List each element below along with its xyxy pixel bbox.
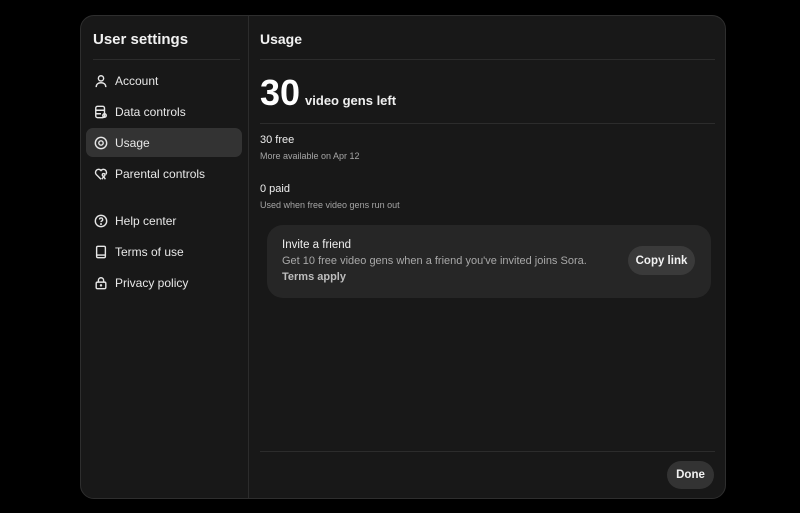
sidebar-item-label: Help center: [115, 213, 177, 228]
usage-panel: Usage 30 video gens left 30 free More avai…: [250, 16, 725, 498]
sidebar-item-label: Privacy policy: [115, 275, 189, 290]
invite-title: Invite a friend: [282, 239, 352, 251]
free-sub: More available on Apr 12: [260, 151, 360, 161]
page-title: Usage: [260, 31, 303, 47]
help-icon: [94, 214, 108, 227]
sidebar-item-label: Parental controls: [115, 166, 206, 181]
divider: [260, 59, 715, 60]
sidebar-item-privacy-policy[interactable]: Privacy policy: [86, 268, 242, 297]
sidebar-item-account[interactable]: Account: [86, 66, 242, 95]
sidebar-item-parental-controls[interactable]: Parental controls: [86, 159, 242, 188]
parental-icon: [94, 168, 108, 180]
sidebar-item-label: Account: [115, 73, 159, 88]
gens-left-label: video gens left: [305, 93, 397, 108]
divider: [260, 451, 715, 452]
sidebar-item-label: Terms of use: [115, 244, 184, 259]
sidebar-item-terms-of-use[interactable]: Terms of use: [86, 237, 242, 266]
done-button[interactable]: Done: [667, 461, 714, 489]
divider: [93, 59, 240, 60]
gens-left-count: 30: [260, 72, 301, 113]
sidebar-item-label: Data controls: [115, 104, 186, 119]
paid-sub: Used when free video gens run out: [260, 200, 400, 210]
user-icon: [95, 74, 107, 87]
gens-left: 30 video gens left: [260, 72, 725, 114]
free-gens: 30 free More available on Apr 12: [260, 134, 725, 161]
invite-card: Invite a friend Get 10 free video gens w…: [267, 225, 711, 298]
paid-label: 0 paid: [260, 183, 290, 195]
divider: [260, 123, 715, 124]
book-icon: [95, 245, 107, 258]
usage-icon: [94, 136, 108, 149]
sidebar: User settings Account Data controls Usag…: [81, 16, 249, 498]
invite-description: Get 10 free video gens when a friend you…: [282, 255, 587, 267]
copy-link-button[interactable]: Copy link: [628, 246, 695, 275]
sidebar-item-label: Usage: [115, 135, 150, 150]
free-label: 30 free: [260, 134, 295, 146]
sidebar-item-help-center[interactable]: Help center: [86, 206, 242, 235]
database-icon: [95, 105, 107, 118]
sidebar-item-usage[interactable]: Usage: [86, 128, 242, 157]
sidebar-title: User settings: [93, 31, 189, 48]
terms-apply-link[interactable]: Terms apply: [282, 271, 346, 283]
paid-gens: 0 paid Used when free video gens run out: [260, 183, 725, 210]
sidebar-item-data-controls[interactable]: Data controls: [86, 97, 242, 126]
settings-modal: User settings Account Data controls Usag…: [80, 15, 726, 499]
lock-icon: [95, 276, 107, 289]
